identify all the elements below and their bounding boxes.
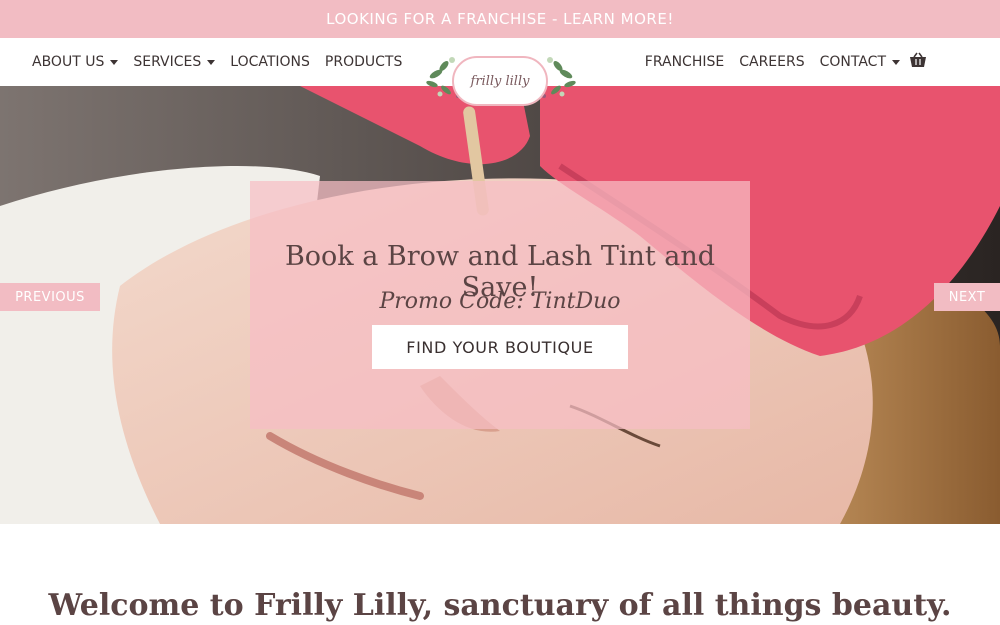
basket-icon[interactable] [909,52,927,68]
nav-item-label: FRANCHISE [644,54,725,70]
welcome-heading: Welcome to Frilly Lilly, sanctuary of al… [48,588,952,623]
nav-left-group: ABOUT US SERVICES LOCATIONS PRODUCTS [32,38,402,86]
nav-item-label: ABOUT US [32,54,105,70]
announcement-bar: LOOKING FOR A FRANCHISE - LEARN MORE! [0,0,1000,38]
nav-item-locations[interactable]: LOCATIONS [230,54,310,70]
slider-next-button[interactable]: NEXT [934,283,1000,311]
promo-code: Promo Code: TintDuo [379,289,621,314]
nav-item-label: LOCATIONS [230,54,310,70]
caret-down-icon [892,59,900,65]
nav-item-label: SERVICES [133,54,202,70]
promo-overlay: Book a Brow and Lash Tint and Save! Prom… [250,181,750,429]
nav-item-products[interactable]: PRODUCTS [325,54,402,70]
nav-item-label: PRODUCTS [324,54,403,70]
nav-item-label: CONTACT [819,54,886,70]
nav-right-group: FRANCHISE CAREERS CONTACT [645,38,900,86]
caret-down-icon [207,59,216,65]
hero-slider: Book a Brow and Lash Tint and Save! Prom… [0,86,1000,524]
nav-item-services[interactable]: SERVICES [133,54,216,70]
brand-logo[interactable]: frilly lilly [422,50,580,112]
caret-down-icon [110,59,119,65]
nav-item-contact[interactable]: CONTACT [820,54,900,70]
franchise-announcement-link[interactable]: LOOKING FOR A FRANCHISE - LEARN MORE! [326,10,674,28]
slider-previous-button[interactable]: PREVIOUS [0,283,100,311]
nav-item-label: CAREERS [739,54,805,70]
nav-item-about-us[interactable]: ABOUT US [32,54,119,70]
nav-item-franchise[interactable]: FRANCHISE [645,54,724,70]
logo-text: frilly lilly [470,73,530,89]
find-your-boutique-button[interactable]: FIND YOUR BOUTIQUE [372,325,628,369]
logo-badge: frilly lilly [452,56,548,106]
nav-item-careers[interactable]: CAREERS [739,54,804,70]
